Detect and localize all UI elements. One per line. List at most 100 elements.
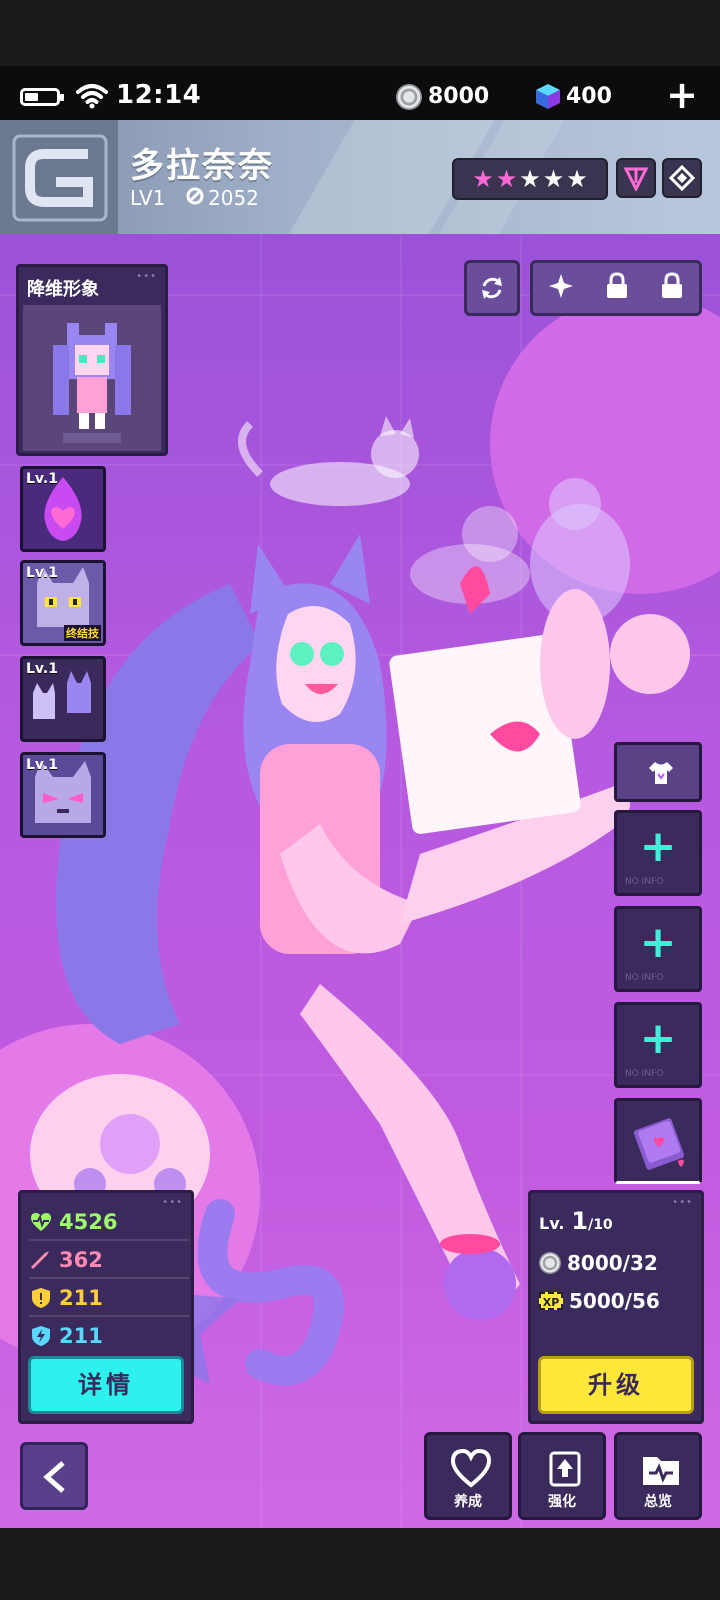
chip-upgrade-icon <box>549 1451 581 1487</box>
overview-button[interactable]: 总览 <box>614 1432 702 1520</box>
coin-cost-row: 8000/32 <box>539 1251 658 1275</box>
star-rating: ★ ★ ★ ★ ★ <box>452 158 608 200</box>
clock: 12:14 <box>116 80 202 110</box>
wifi-icon <box>76 84 108 109</box>
refresh-button[interactable] <box>464 260 520 316</box>
gem-balance: 400 <box>566 84 612 109</box>
level-progress: Lv. 1/10 <box>539 1207 613 1235</box>
nurture-button[interactable]: 养成 <box>424 1432 512 1520</box>
back-button[interactable] <box>20 1442 88 1510</box>
element-badge-button[interactable] <box>662 158 702 198</box>
sword-icon <box>31 1251 49 1269</box>
skill-level: Lv.1 <box>26 471 58 487</box>
panel-dots: ••• <box>136 271 157 282</box>
folder-pulse-icon <box>643 1457 679 1485</box>
faction-logo-icon <box>12 134 108 222</box>
shirt-icon <box>649 762 673 784</box>
character-level: LV1 <box>130 186 166 210</box>
xp-cost: 5000/56 <box>569 1289 660 1313</box>
role-badge-button[interactable] <box>616 158 656 198</box>
character-power: 2052 <box>208 186 259 210</box>
stat-attack-value: 362 <box>59 1248 103 1272</box>
stat-defense: 211 <box>29 1283 189 1317</box>
skill-level: Lv.1 <box>26 661 58 677</box>
gem-cube-icon <box>536 84 560 109</box>
pixel-cat-girl-icon <box>23 305 161 451</box>
star-icon: ★ <box>472 165 494 193</box>
enhance-label: 强化 <box>548 1494 576 1510</box>
diamond-element-icon <box>669 165 695 191</box>
locked-skin-slot[interactable] <box>659 272 685 304</box>
character-header <box>0 120 720 234</box>
skill-slot[interactable]: Lv.1 <box>20 656 106 742</box>
sparkle-skin-button[interactable] <box>547 272 575 304</box>
locked-skin-slot[interactable] <box>604 272 630 304</box>
skill-level: Lv.1 <box>26 565 58 581</box>
stat-speed: 211 <box>29 1321 189 1351</box>
star-icon: ★ <box>495 165 518 193</box>
coin-icon <box>539 1252 561 1274</box>
status-bar <box>0 66 720 120</box>
skill-slot[interactable]: Lv.1 <box>20 466 106 552</box>
skill-level: Lv.1 <box>26 757 58 773</box>
stat-hp-value: 4526 <box>59 1210 118 1234</box>
shield-icon <box>32 1288 50 1308</box>
fang-class-icon <box>623 167 649 191</box>
divider <box>29 1277 189 1279</box>
divider <box>29 1315 189 1317</box>
overview-label: 总览 <box>644 1494 672 1510</box>
slot-empty-label: NO INFO <box>625 973 664 983</box>
level-prefix: Lv. <box>539 1214 565 1233</box>
bottom-black-bar <box>0 1528 720 1600</box>
heart-outline-icon <box>450 1448 492 1488</box>
star-icon: ★ <box>519 165 541 193</box>
heart-pulse-icon <box>31 1213 51 1231</box>
add-currency-button[interactable]: + <box>666 76 698 114</box>
sparkle-icon <box>549 274 574 298</box>
xp-chip-icon: XP <box>539 1292 563 1310</box>
slot-empty-label: NO INFO <box>625 1069 664 1079</box>
current-level: 1 <box>571 1207 589 1235</box>
chevron-left-icon <box>43 1461 65 1493</box>
ultimate-skill-tag: 终结技 <box>64 625 101 641</box>
lock-icon <box>661 272 682 298</box>
pixel-avatar-title: 降维形象 <box>27 279 99 300</box>
character-name: 多拉奈奈 <box>130 146 274 186</box>
equipment-slot-empty[interactable]: + NO INFO <box>614 1002 702 1088</box>
stat-hp: 4526 <box>29 1207 189 1241</box>
skill-slot[interactable]: Lv.1 终结技 <box>20 560 106 646</box>
coin-balance: 8000 <box>428 84 490 109</box>
top-black-bar <box>0 0 720 66</box>
star-icon: ★ <box>566 165 588 193</box>
star-icon: ★ <box>542 165 565 193</box>
pixel-avatar-panel[interactable]: ••• 降维形象 <box>16 264 168 456</box>
xp-cost-row: XP 5000/56 <box>539 1289 660 1313</box>
equipment-slot-empty[interactable]: + NO INFO <box>614 810 702 896</box>
refresh-icon <box>482 277 502 299</box>
add-icon: + <box>639 821 677 872</box>
stat-attack: 362 <box>29 1245 189 1279</box>
enhance-button[interactable]: 强化 <box>518 1432 606 1520</box>
stat-speed-value: 211 <box>59 1324 103 1348</box>
upgrade-button[interactable]: 升级 <box>538 1356 694 1414</box>
max-level: /10 <box>588 1217 613 1233</box>
skin-slot-bar <box>530 260 702 316</box>
equipment-slot-empty[interactable]: + NO INFO <box>614 906 702 992</box>
skill-slot[interactable]: Lv.1 <box>20 752 106 838</box>
slot-empty-label: NO INFO <box>625 877 664 887</box>
outfit-button[interactable] <box>614 742 702 802</box>
spellbook-icon <box>633 1118 685 1170</box>
battery-icon <box>20 88 64 106</box>
lightning-shield-icon <box>32 1326 50 1346</box>
lock-icon <box>606 272 627 298</box>
panel-dots: ••• <box>672 1197 693 1208</box>
pixel-avatar-image <box>23 305 161 451</box>
divider <box>29 1239 189 1241</box>
add-icon: + <box>639 917 677 968</box>
add-icon: + <box>639 1013 677 1064</box>
stat-defense-value: 211 <box>59 1286 103 1310</box>
equipped-item-slot[interactable] <box>614 1098 702 1184</box>
nurture-label: 养成 <box>454 1494 482 1510</box>
detail-button[interactable]: 详情 <box>28 1356 184 1414</box>
coin-cost: 8000/32 <box>567 1251 658 1275</box>
